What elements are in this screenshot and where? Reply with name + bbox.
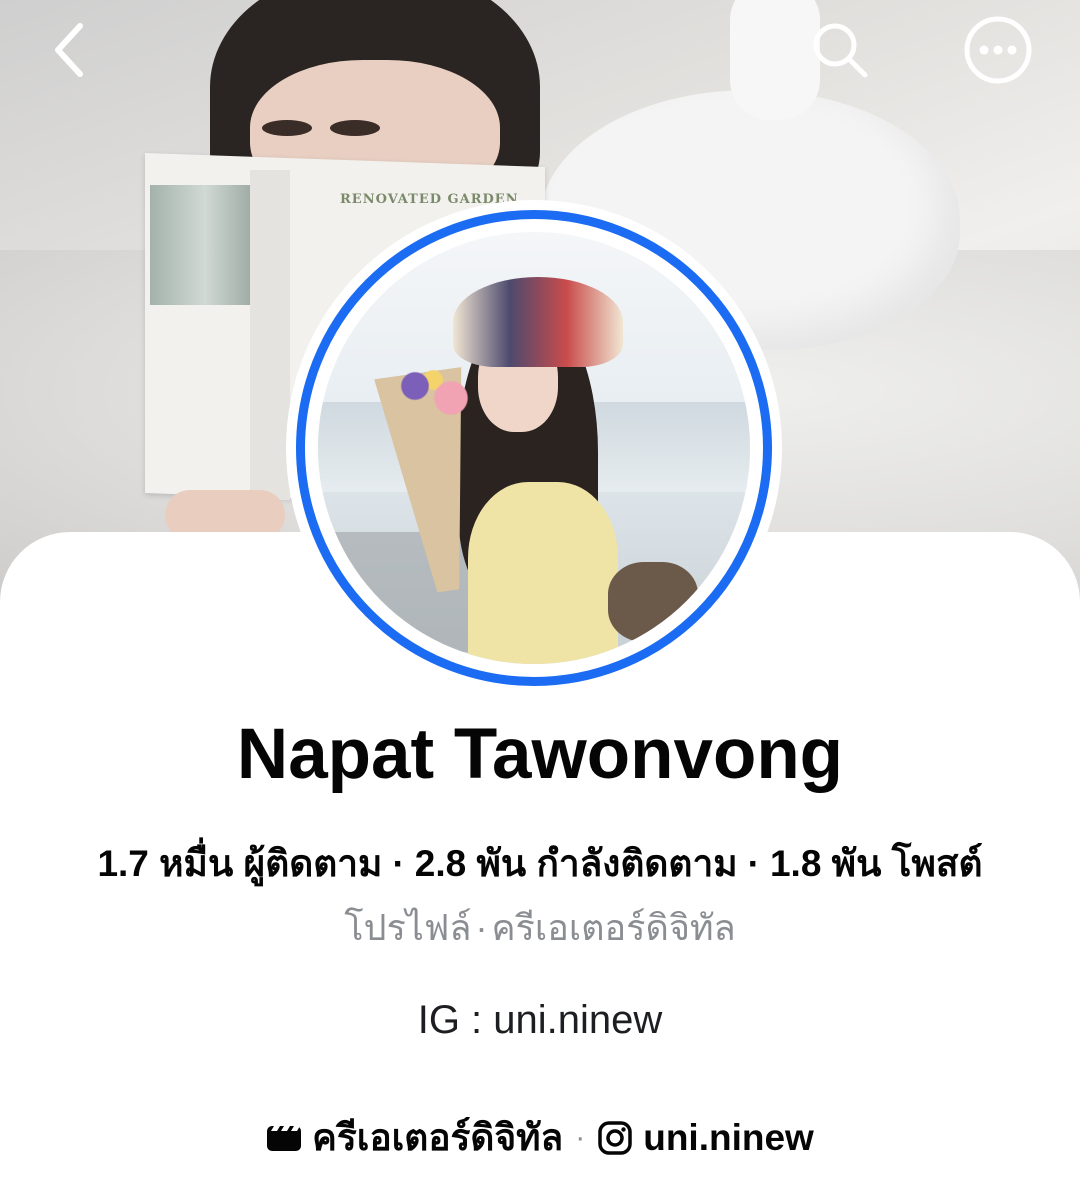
posts-count[interactable]: 1.8 พัน โพสต์: [770, 843, 983, 884]
avatar-hat: [453, 277, 623, 367]
creator-link-label: ครีเอเตอร์ดิจิทัล: [312, 1117, 564, 1158]
search-button[interactable]: [804, 14, 876, 86]
following-count[interactable]: 2.8 พัน กำลังติดตาม: [415, 843, 738, 884]
search-icon: [813, 23, 868, 78]
stats-separator: ·: [392, 843, 405, 884]
profile-category: ครีเอเตอร์ดิจิทัล: [491, 907, 736, 948]
profile-subtitle: โปรไฟล์ · ครีเอเตอร์ดิจิทัล: [0, 906, 1080, 949]
cover-book-spine: [250, 170, 290, 500]
profile-stats: 1.7 หมื่น ผู้ติดตาม · 2.8 พัน กำลังติดตาม ·…: [0, 842, 1080, 886]
instagram-link[interactable]: uni.ninew: [597, 1117, 814, 1159]
profile-page: RENOVATED GARDEN Napat Tawonvong 1.7 หมื…: [0, 0, 1080, 1184]
instagram-link-label: uni.ninew: [643, 1116, 814, 1158]
cover-book-picture: [150, 185, 260, 305]
chevron-left-icon: [55, 23, 83, 77]
avatar-bag: [608, 562, 698, 642]
cover-eye-left: [262, 120, 312, 136]
instagram-icon: [598, 1120, 632, 1155]
avatar-flowers: [388, 362, 478, 422]
back-button[interactable]: [34, 14, 106, 86]
followers-count[interactable]: 1.7 หมื่น ผู้ติดตาม: [97, 843, 382, 884]
video-icon: [267, 1125, 302, 1151]
profile-name: Napat Tawonvong: [236, 715, 844, 794]
profile-type: โปรไฟล์: [344, 907, 472, 948]
links-separator: ·: [575, 1120, 586, 1154]
profile-bio: IG : uni.ninew: [417, 998, 663, 1042]
avatar-dress: [468, 482, 618, 664]
stats-separator: ·: [747, 843, 760, 884]
more-horizontal-icon: [964, 16, 1032, 84]
subtitle-separator: ·: [475, 907, 488, 948]
more-options-button[interactable]: [962, 14, 1034, 86]
avatar[interactable]: [318, 232, 750, 664]
creator-link[interactable]: ครีเอเตอร์ดิจิทัล: [266, 1108, 563, 1167]
cover-eye-right: [330, 120, 380, 136]
profile-links: ครีเอเตอร์ดิจิทัล · uni.ninew: [0, 1108, 1080, 1167]
